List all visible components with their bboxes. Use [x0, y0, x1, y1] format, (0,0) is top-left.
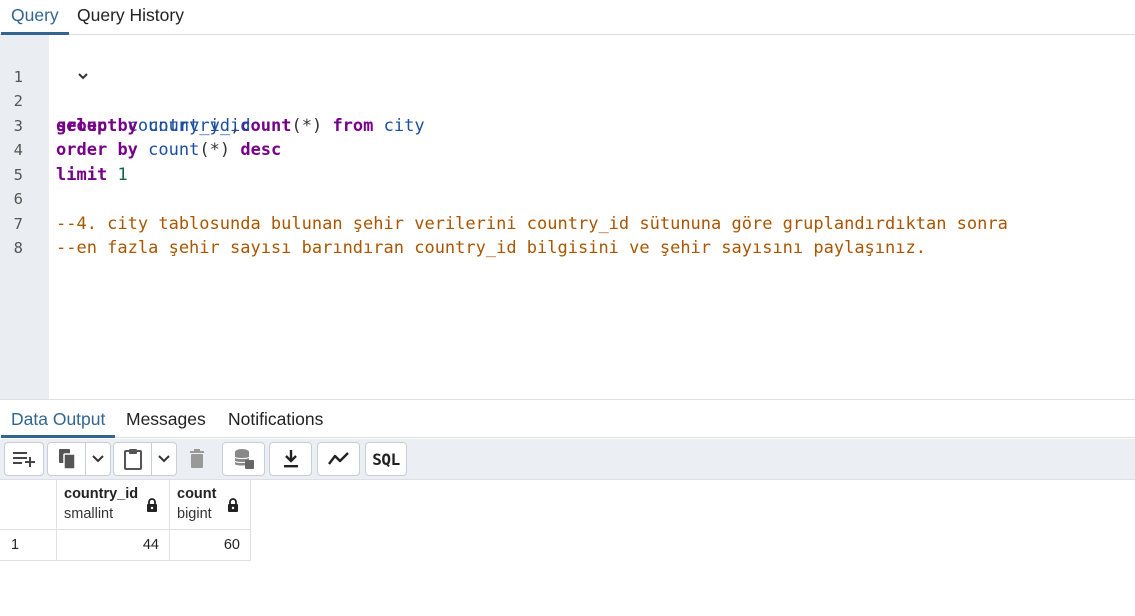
paste-button-group[interactable]: [113, 442, 177, 476]
lock-icon: [227, 498, 239, 518]
editor-line: 2 group by country_id: [0, 65, 251, 136]
editor-line: 7 --en fazla şehir sayısı barındıran cou…: [0, 187, 926, 259]
editor-line: 6 --4. city tablosunda bulunan şehir ver…: [0, 163, 1008, 234]
lock-icon: [146, 498, 158, 518]
save-data-changes-button[interactable]: [222, 442, 265, 476]
editor-line: 3 order by count(*) desc: [0, 89, 282, 161]
editor-line: 5: [0, 138, 41, 184]
editor-line: 8: [0, 212, 41, 257]
column-name: country_id: [64, 486, 139, 502]
tab-messages[interactable]: Messages: [116, 400, 216, 438]
table-cell[interactable]: 60: [170, 530, 251, 561]
row-number[interactable]: 1: [0, 530, 57, 561]
add-row-icon: [13, 452, 35, 467]
editor-line: 1 select country_id,count(*) from city: [0, 40, 425, 136]
copy-options-dropdown[interactable]: [86, 454, 110, 464]
code-line-4: limit 1: [56, 164, 128, 185]
paste-options-dropdown[interactable]: [152, 454, 176, 464]
column-header-count[interactable]: count bigint: [170, 480, 251, 530]
download-button[interactable]: [269, 442, 312, 476]
grid-corner[interactable]: [0, 480, 57, 530]
graph-icon: [327, 452, 349, 465]
column-type: smallint: [64, 506, 114, 522]
comment-line-7: --en fazla şehir sayısı barındıran count…: [56, 238, 926, 258]
copy-icon: [58, 449, 76, 470]
query-tabs-bar: Query Query History: [0, 0, 1135, 35]
chevron-down-icon: [158, 455, 170, 463]
sql-button[interactable]: SQL: [365, 442, 407, 476]
data-output-toolbar: SQL: [0, 439, 1135, 480]
column-header-country-id[interactable]: country_id smallint: [57, 480, 170, 530]
column-name: count: [177, 486, 217, 502]
tab-query[interactable]: Query: [1, 0, 69, 35]
editor-line: 4 limit 1: [0, 114, 128, 185]
output-tabs-bar: Data Output Messages Notifications: [0, 399, 1135, 438]
tab-query-history[interactable]: Query History: [67, 0, 194, 35]
add-row-button[interactable]: [4, 442, 44, 476]
copy-button-group[interactable]: [47, 442, 111, 476]
paste-icon: [123, 449, 142, 470]
delete-button[interactable]: [180, 442, 214, 476]
table-cell[interactable]: 44: [57, 530, 170, 561]
delete-icon: [190, 449, 204, 468]
graph-visualiser-button[interactable]: [317, 442, 360, 476]
code-line-2: group by country_id: [56, 115, 251, 136]
comment-line-6: --4. city tablosunda bulunan şehir veril…: [56, 213, 1008, 234]
tab-notifications[interactable]: Notifications: [218, 400, 333, 438]
code-line-3: order by count(*) desc: [56, 140, 282, 160]
save-data-icon: [234, 449, 254, 469]
copy-button[interactable]: [48, 448, 85, 470]
tab-data-output[interactable]: Data Output: [1, 400, 116, 438]
chevron-down-icon: [92, 455, 104, 463]
line-number: 8: [13, 239, 23, 257]
sql-editor[interactable]: 1 select country_id,count(*) from city 2…: [0, 35, 1135, 399]
paste-button[interactable]: [114, 448, 151, 470]
column-type: bigint: [177, 506, 212, 522]
sql-label: SQL: [372, 449, 400, 469]
download-icon: [283, 450, 298, 468]
